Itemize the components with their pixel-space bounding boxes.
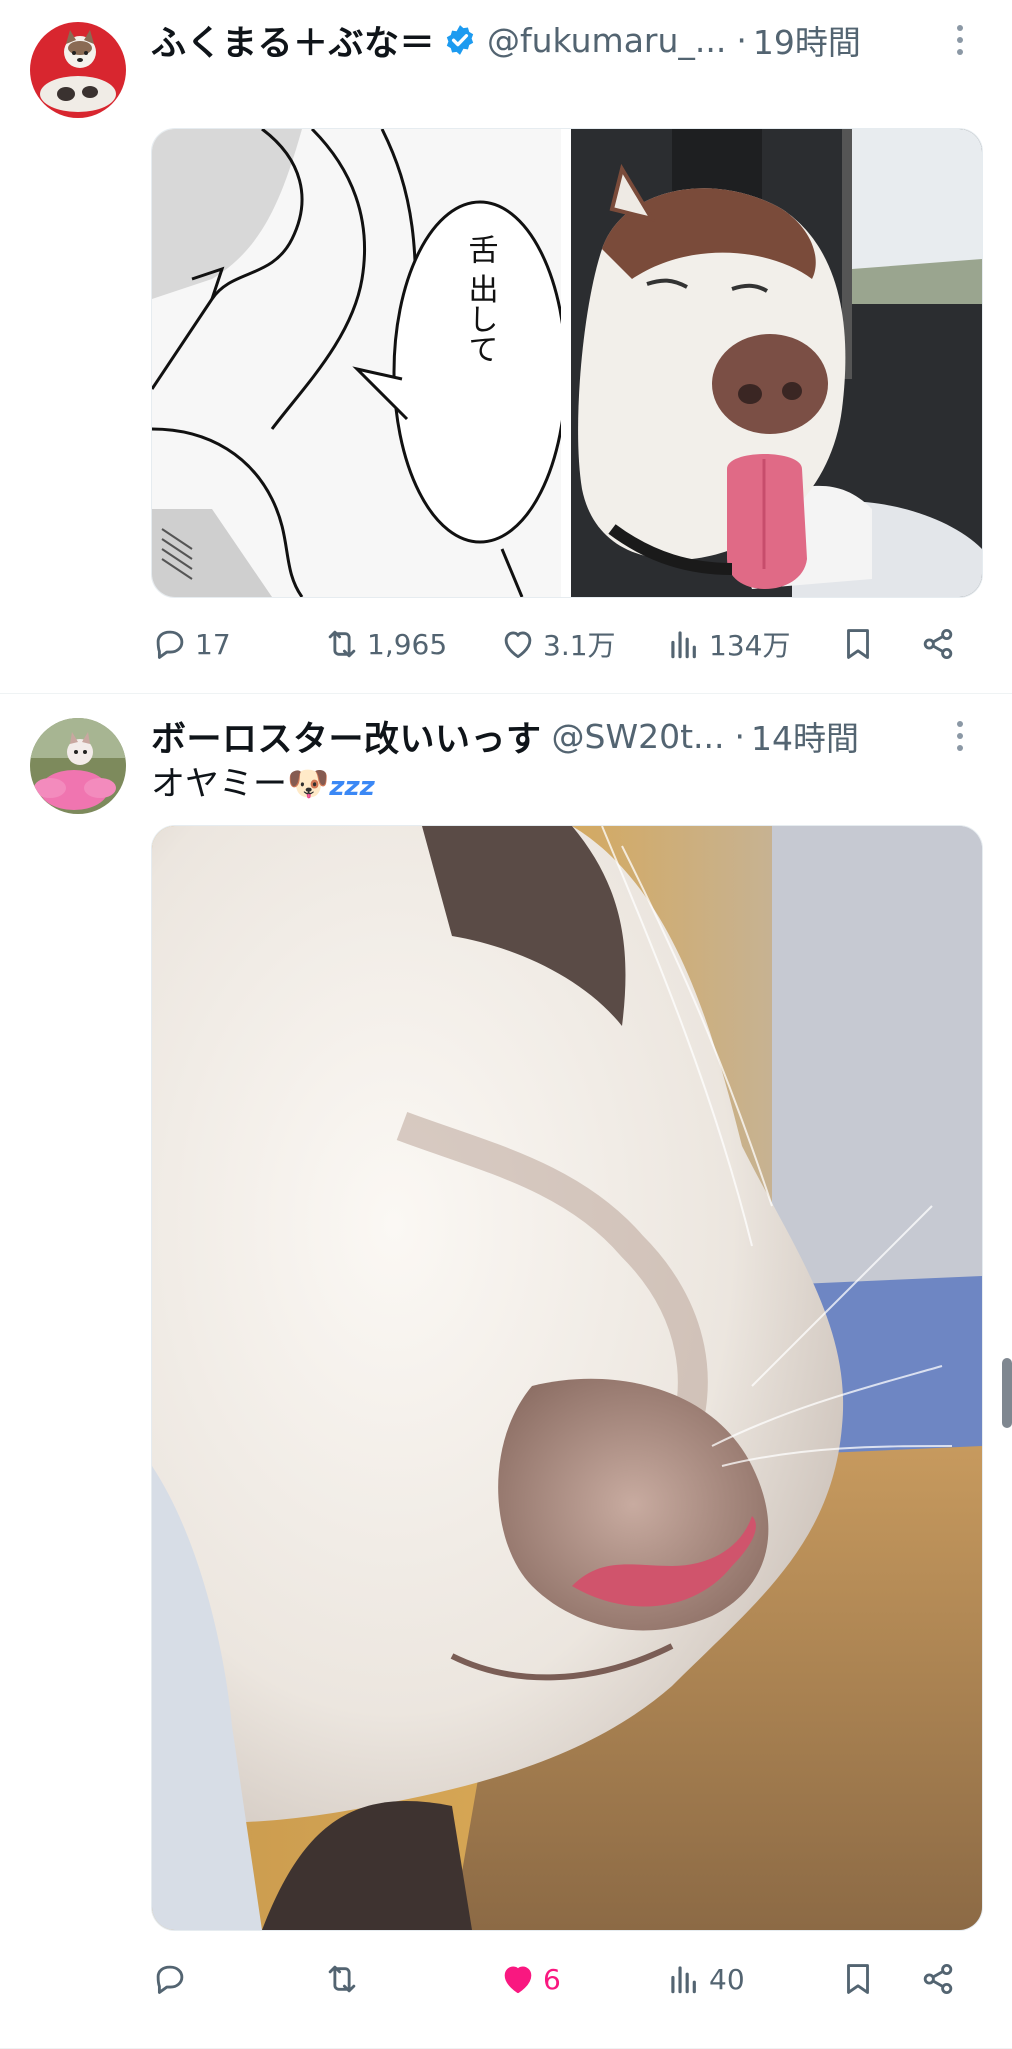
like-button[interactable]: 3.1万 xyxy=(499,616,616,672)
tweet-header: ふくまる＋ぶな＝ @fukumaru_... · 19時間 xyxy=(151,16,952,64)
bookmark-button[interactable] xyxy=(839,616,877,672)
separator-dot: · xyxy=(736,20,747,60)
display-name[interactable]: ふくまる＋ぶな＝ xyxy=(151,15,435,66)
tweet-body: オヤミー xyxy=(151,764,287,804)
reply-button[interactable]: 17 xyxy=(151,616,231,672)
views-button[interactable]: 40 xyxy=(665,1951,745,2007)
separator-dot: · xyxy=(734,716,746,756)
retweet-icon xyxy=(328,1965,356,1993)
husky-photo[interactable] xyxy=(571,129,982,597)
bookmark-button[interactable] xyxy=(839,1951,877,2007)
tweet[interactable]: ボーロスター改いいっす @SW20t... · 14時間 オヤミー🐶zzz 6 … xyxy=(0,694,1012,2049)
retweet-icon xyxy=(328,630,356,658)
speech-bubble-text: 舌 出して xyxy=(463,234,498,364)
timestamp[interactable]: 14時間 xyxy=(751,712,859,760)
reply-count: 17 xyxy=(195,627,231,661)
views-count: 40 xyxy=(709,1962,745,1996)
like-count: 3.1万 xyxy=(543,629,616,662)
more-icon[interactable] xyxy=(950,16,970,64)
dog-emoji-icon: 🐶 xyxy=(287,764,330,804)
scrollbar-thumb[interactable] xyxy=(1002,1358,1012,1428)
share-icon xyxy=(923,1963,953,1995)
share-icon xyxy=(923,628,953,660)
retweet-count: 1,965 xyxy=(367,627,448,661)
bookmark-icon xyxy=(847,1964,869,1994)
handle[interactable]: @SW20t... xyxy=(552,717,725,756)
share-button[interactable] xyxy=(919,616,957,672)
verified-badge-icon xyxy=(446,25,474,55)
reply-icon xyxy=(156,1965,184,1994)
media-grid[interactable]: 舌 出して xyxy=(151,128,983,598)
timestamp[interactable]: 19時間 xyxy=(753,16,861,64)
display-name[interactable]: ボーロスター改いいっす xyxy=(151,711,542,762)
tweet-header: ボーロスター改いいっす @SW20t... · 14時間 xyxy=(151,712,952,760)
tweet-text: オヤミー🐶zzz xyxy=(151,762,375,809)
reply-icon xyxy=(156,630,184,659)
bookmark-icon xyxy=(847,629,869,659)
views-button[interactable]: 134万 xyxy=(665,616,790,672)
retweet-button[interactable] xyxy=(323,1951,367,2007)
share-button[interactable] xyxy=(919,1951,957,2007)
avatar[interactable] xyxy=(30,22,126,118)
handle[interactable]: @fukumaru_... xyxy=(487,21,726,60)
like-icon xyxy=(504,1966,532,1994)
views-icon xyxy=(671,631,696,659)
sleeping-cat-photo[interactable] xyxy=(151,825,983,1931)
tweet[interactable]: ふくまる＋ぶな＝ @fukumaru_... · 19時間 舌 出して 17 1… xyxy=(0,0,1012,694)
views-icon xyxy=(671,1966,696,1994)
avatar[interactable] xyxy=(30,718,126,814)
views-count: 134万 xyxy=(709,629,791,662)
retweet-button[interactable]: 1,965 xyxy=(323,616,447,672)
zzz-emoji-icon: zzz xyxy=(329,772,375,802)
action-bar: 17 1,965 3.1万 134万 xyxy=(151,616,981,672)
like-count: 6 xyxy=(543,1962,561,1996)
more-icon[interactable] xyxy=(950,712,970,760)
reply-button[interactable] xyxy=(151,1951,195,2007)
action-bar: 6 40 xyxy=(151,1951,981,2007)
manga-image[interactable]: 舌 出して xyxy=(152,129,568,597)
like-button[interactable]: 6 xyxy=(499,1951,561,2007)
like-icon xyxy=(504,631,532,659)
